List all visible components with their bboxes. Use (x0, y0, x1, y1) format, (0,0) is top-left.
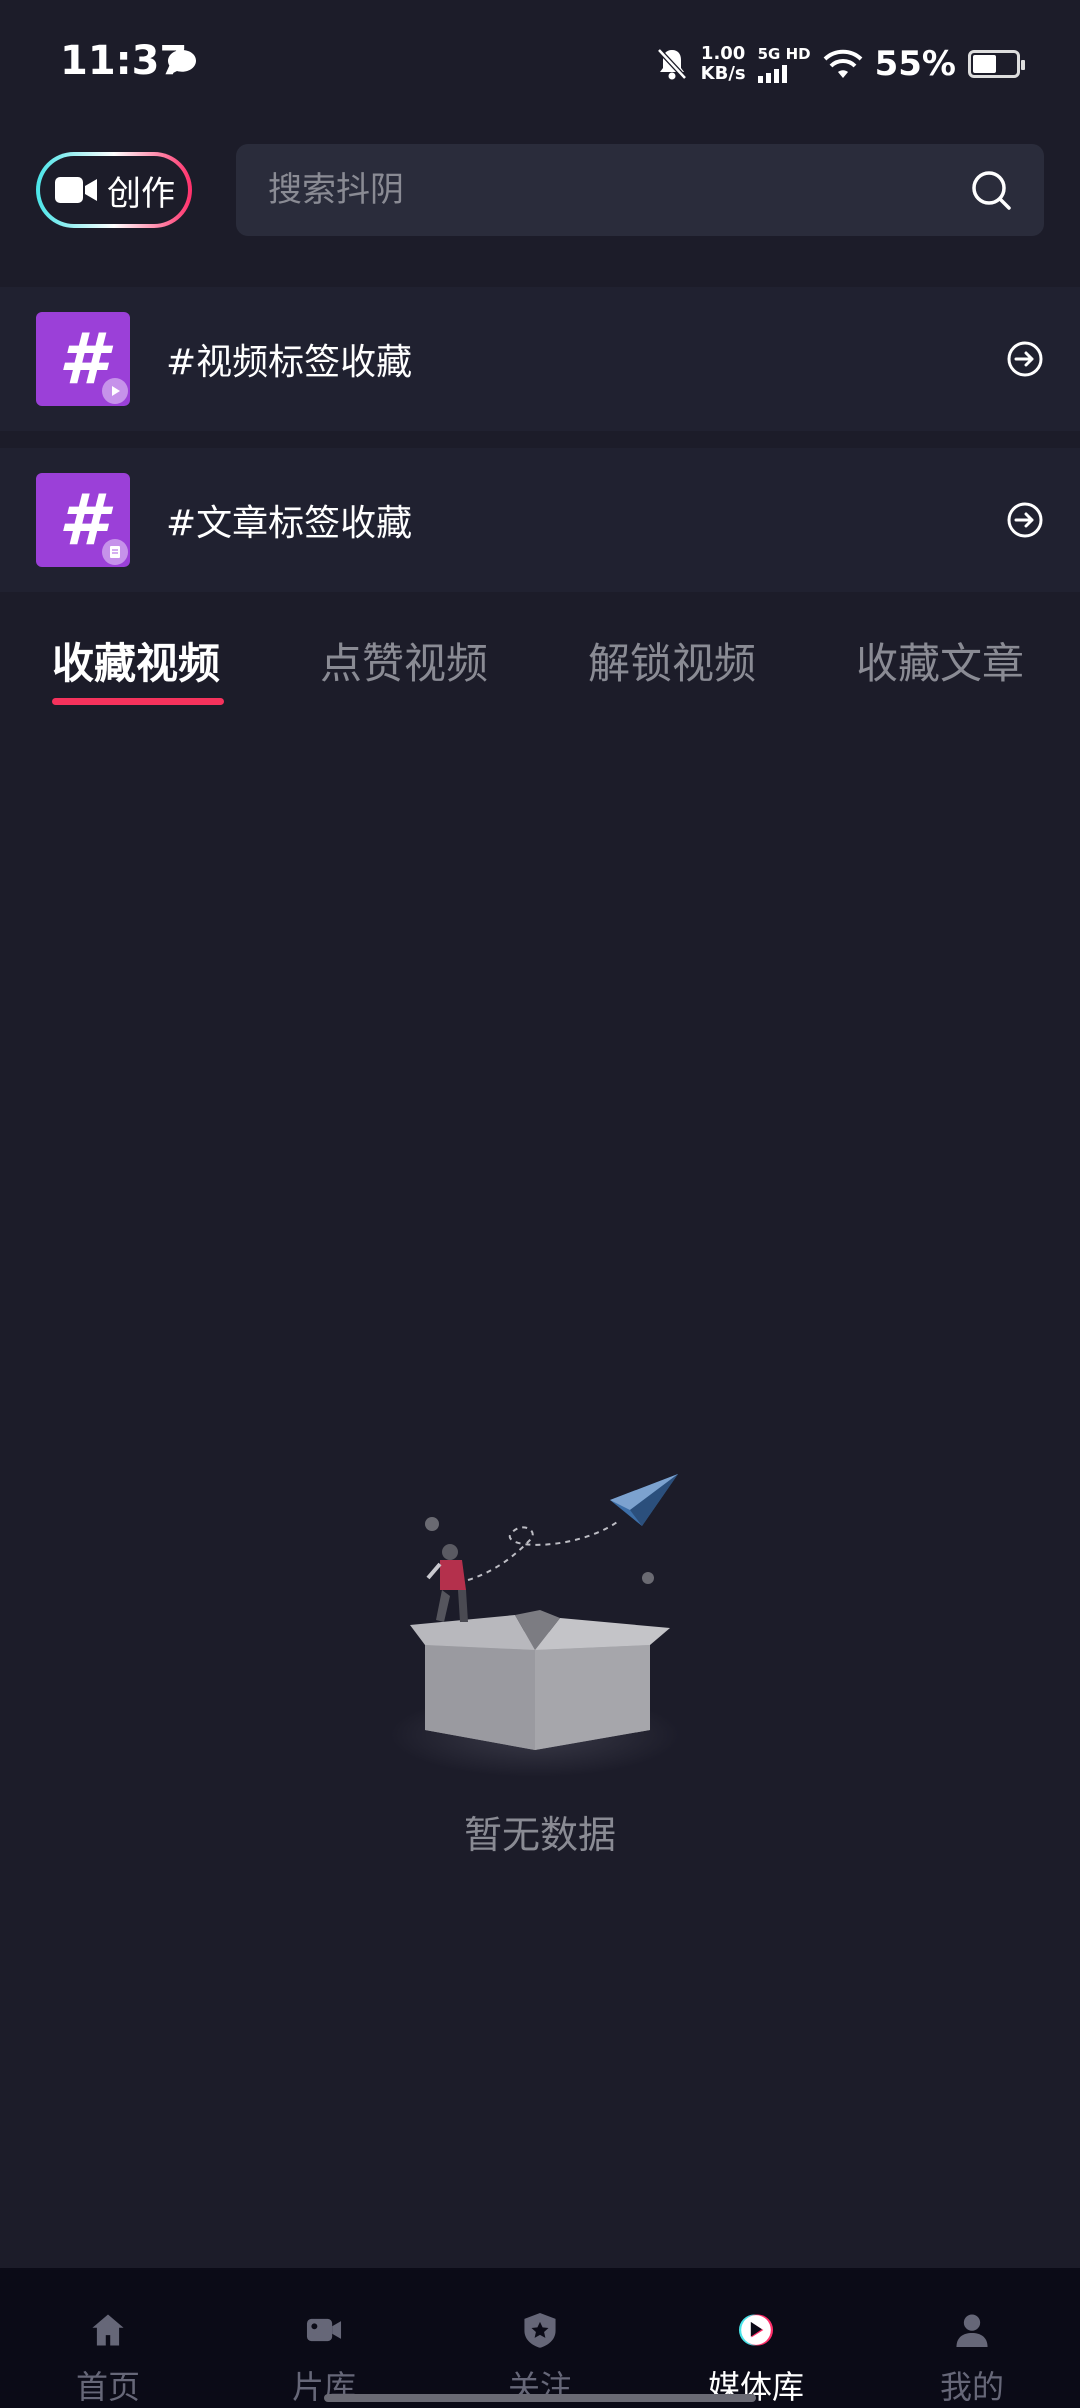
message-bubble-icon (168, 50, 196, 74)
tag-collection-label: #文章标签收藏 (166, 503, 413, 544)
status-indicators: 1.00 KB/s 5G HD 55% (655, 40, 1025, 88)
status-bar: 11:37 1.00 KB/s 5G HD 55% (0, 0, 1080, 130)
net-speed-value: 1.00 (700, 43, 746, 64)
user-icon (956, 2314, 988, 2348)
shield-star-icon (524, 2312, 556, 2348)
nav-following[interactable]: 关注 (432, 2268, 648, 2408)
tab-liked-videos[interactable]: 点赞视频 (320, 630, 488, 691)
video-camera-icon (306, 2318, 342, 2342)
battery-level (973, 55, 997, 73)
tab-favorite-articles[interactable]: 收藏文章 (856, 630, 1024, 691)
net-speed-unit: KB/s (700, 63, 746, 84)
home-icon (92, 2314, 124, 2346)
search-bar[interactable] (236, 144, 1044, 236)
network-type: 5G HD (757, 44, 811, 63)
net-speed: 1.00 KB/s (701, 44, 746, 84)
create-label: 创作 (107, 173, 175, 214)
play-badge-icon (102, 378, 128, 404)
media-library-screen: 11:37 1.00 KB/s 5G HD 55% 创作 搜索抖阴 # #视频标… (0, 0, 1080, 2408)
search-icon[interactable] (970, 169, 1012, 211)
tag-collection-label: #视频标签收藏 (166, 342, 413, 383)
article-tag-collection-row[interactable]: # #文章标签收藏 (0, 448, 1080, 592)
video-camera-icon (55, 177, 97, 203)
empty-state-text: 暂无数据 (463, 1813, 616, 1857)
tab-favorite-videos[interactable]: 收藏视频 (52, 630, 220, 691)
nav-film-library[interactable]: 片库 (216, 2268, 432, 2408)
battery-icon (968, 50, 1025, 78)
empty-box-illustration (390, 1474, 680, 1777)
wifi-icon (823, 49, 862, 78)
bell-muted-icon (656, 48, 687, 80)
home-indicator[interactable] (324, 2394, 756, 2402)
video-tag-collection-row[interactable]: # #视频标签收藏 (0, 287, 1080, 431)
media-library-icon (738, 2314, 774, 2346)
search-input[interactable] (268, 170, 970, 210)
nav-label: 首页 (75, 2368, 140, 2406)
create-button[interactable]: 创作 (36, 152, 192, 228)
hashtag-icon: # (36, 473, 130, 567)
nav-profile[interactable]: 我的 (864, 2268, 1080, 2408)
arrow-right-circle-icon[interactable] (1006, 340, 1044, 378)
nav-home[interactable]: 首页 (0, 2268, 216, 2408)
signal-bars-icon (757, 64, 787, 83)
nav-media-library[interactable]: 媒体库 (648, 2268, 864, 2408)
arrow-right-circle-icon[interactable] (1006, 501, 1044, 539)
hashtag-icon: # (36, 312, 130, 406)
article-badge-icon (102, 539, 128, 565)
nav-label: 我的 (939, 2368, 1004, 2406)
cellular-signal: 5G HD (757, 44, 811, 83)
active-tab-indicator (52, 698, 224, 705)
bottom-navigation: 首页 片库 关注 媒体库 我的 (0, 2268, 1080, 2408)
battery-percent: 55% (874, 44, 956, 84)
tab-unlocked-videos[interactable]: 解锁视频 (588, 630, 756, 691)
